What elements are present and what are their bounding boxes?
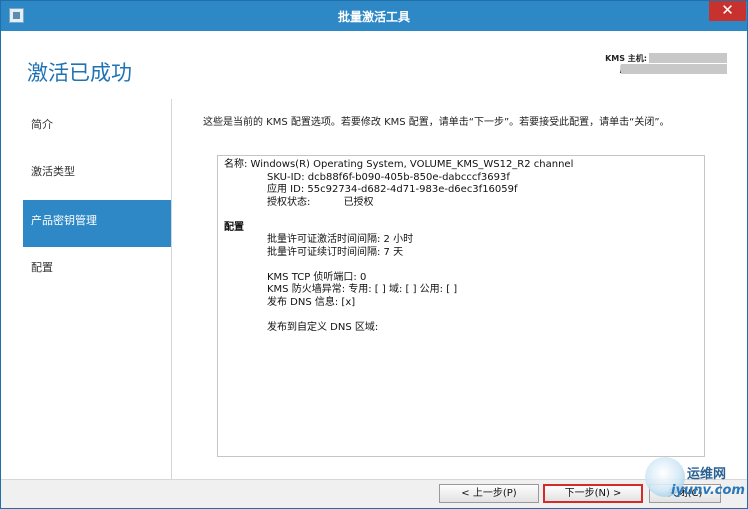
sku-id: SKU-ID: dcb88f6f-b090-405b-850e-dabcccf3… [267, 171, 510, 183]
next-button[interactable]: 下一步(N) > [543, 484, 643, 503]
wizard-content: 这些是当前的 KMS 配置选项。若要修改 KMS 配置，请单击“下一步”。若要接… [172, 99, 747, 479]
button-bar: < 上一步(P) 下一步(N) > 关闭(C) [1, 479, 747, 508]
firewall-exceptions: KMS 防火墙异常: 专用: [ ] 域: [ ] 公用: [ ] [267, 284, 458, 295]
host-info: KMS 主机: 用户名: [561, 53, 731, 75]
dns-publish: 发布 DNS 信息: [x] [267, 296, 356, 308]
window-close-button[interactable]: ✕ [709, 1, 746, 21]
license-status-label: 授权状态: [267, 196, 311, 208]
application-id: 应用 ID: 55c92734-d682-4d71-983e-d6ec3f160… [267, 184, 518, 195]
license-status-value: 已授权 [343, 196, 374, 208]
config-info-box[interactable]: 名称: Windows(R) Operating System, VOLUME_… [217, 155, 705, 457]
user-redacted [621, 64, 727, 74]
nav-item-intro[interactable]: 简介 [23, 104, 171, 151]
title-bar[interactable]: 批量激活工具 ✕ [1, 1, 747, 31]
nav-item-activation-type[interactable]: 激活类型 [23, 151, 171, 198]
kms-host-redacted [649, 53, 727, 63]
wizard-header: 激活已成功 KMS 主机: 用户名: [1, 31, 747, 99]
nav-item-product-key-management[interactable]: 产品密钥管理 [23, 200, 171, 247]
product-name: 名称: Windows(R) Operating System, VOLUME_… [224, 159, 574, 170]
intro-text: 这些是当前的 KMS 配置选项。若要修改 KMS 配置，请单击“下一步”。若要接… [203, 117, 670, 128]
previous-button[interactable]: < 上一步(P) [439, 484, 539, 503]
page-title: 激活已成功 [27, 61, 132, 85]
kms-host-label: KMS 主机: [605, 54, 647, 63]
window-title: 批量激活工具 [337, 10, 410, 24]
wizard-nav: 简介 激活类型 产品密钥管理 配置 [1, 99, 172, 479]
activation-wizard-window: 批量激活工具 ✕ 激活已成功 KMS 主机: 用户名: 简介 激活类型 产品密钥… [0, 0, 748, 509]
tcp-port: KMS TCP 侦听端口: 0 [267, 271, 367, 283]
custom-dns-zone: 发布到自定义 DNS 区域: [267, 321, 379, 333]
config-heading: 配置 [224, 221, 244, 233]
renewal-interval: 批量许可证续订时间间隔: 7 天 [267, 246, 404, 258]
nav-item-configuration[interactable]: 配置 [23, 247, 171, 294]
activation-interval: 批量许可证激活时间间隔: 2 小时 [267, 234, 414, 245]
license-status: 授权状态: 已授权 [224, 197, 698, 210]
close-button[interactable]: 关闭(C) [649, 484, 721, 503]
